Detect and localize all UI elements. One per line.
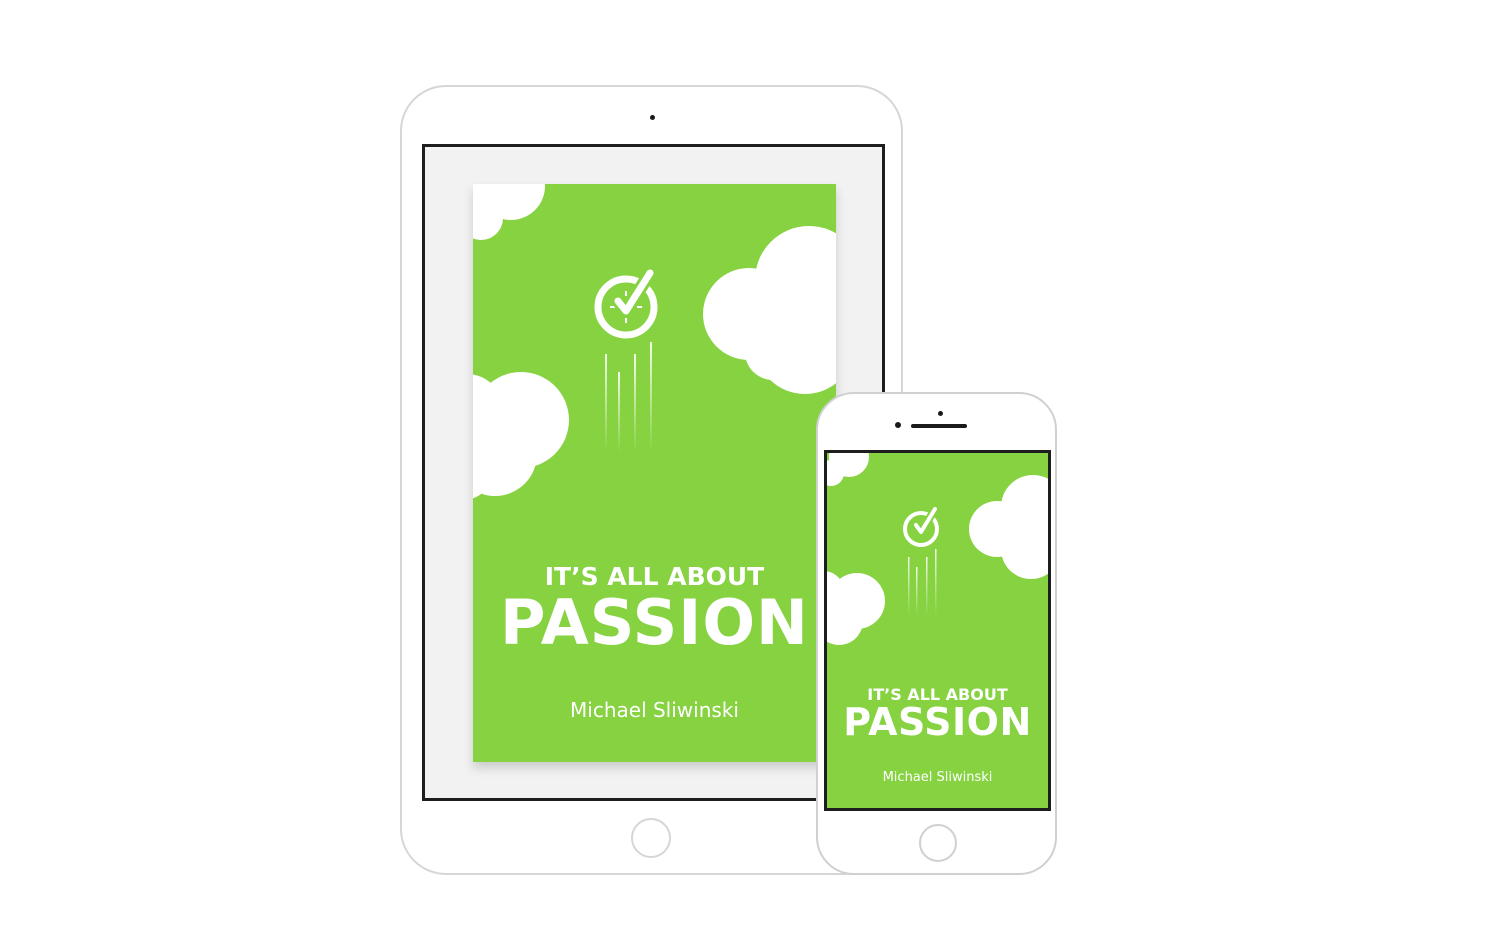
cloud-top-left <box>473 184 545 240</box>
phone-screen: IT’S ALL ABOUT PASSION Michael Sliwinski <box>824 450 1051 811</box>
cloud-right <box>969 475 1048 579</box>
cloud-left <box>827 571 885 645</box>
speed-lines <box>605 342 652 454</box>
cover-title: PASSION <box>500 586 809 659</box>
cover-author: Michael Sliwinski <box>570 698 739 722</box>
phone-device: IT’S ALL ABOUT PASSION Michael Sliwinski <box>816 392 1057 875</box>
cloud-left <box>473 372 569 499</box>
phone-home-button[interactable] <box>919 824 957 862</box>
clock-check-icon <box>903 505 939 547</box>
clock-check-icon <box>594 266 658 339</box>
phone-camera <box>938 411 943 416</box>
phone-speaker <box>911 424 967 428</box>
cover-clouds <box>473 184 836 499</box>
tablet-camera <box>650 115 655 120</box>
book-cover: IT’S ALL ABOUT PASSION Michael Sliwinski <box>473 184 836 762</box>
phone-sensor <box>895 422 901 428</box>
cover-title: PASSION <box>843 700 1032 744</box>
cloud-top-left <box>827 453 869 486</box>
speed-lines <box>908 549 937 617</box>
cover-clouds <box>827 453 1048 645</box>
cover-author: Michael Sliwinski <box>882 770 993 785</box>
tablet-home-button[interactable] <box>631 818 671 858</box>
cloud-right <box>703 226 836 394</box>
